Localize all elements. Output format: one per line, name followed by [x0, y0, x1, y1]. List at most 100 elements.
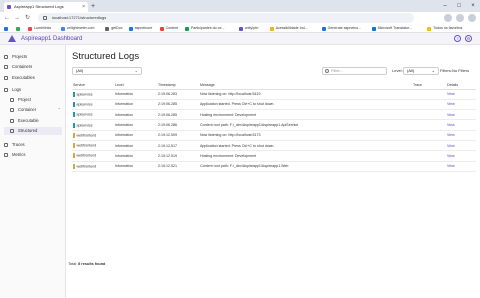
- close-window-icon[interactable]: ×: [466, 0, 480, 12]
- sidebar-item-label: Structured: [18, 127, 38, 133]
- bookmark-item[interactable]: Generate aspnetco...: [321, 24, 361, 33]
- sidebar-item-executables[interactable]: Executables: [4, 74, 35, 82]
- service-color-indicator: [73, 91, 75, 97]
- sidebar-item-projects[interactable]: Projects: [4, 53, 27, 61]
- table-row: apiservice Information 2:19:06.285 Hosting …: [72, 109, 476, 121]
- sidebar-item-containers[interactable]: Containers: [4, 63, 32, 71]
- sidebar-item-metrics[interactable]: Metrics: [4, 151, 26, 159]
- message-cell: Application started. Press Ctrl+C to shu…: [199, 140, 412, 152]
- project-icon: [10, 97, 14, 102]
- trace-cell: [412, 150, 446, 162]
- table-header-row: Service Level Timestamp Message Trace De…: [72, 81, 476, 90]
- details-link[interactable]: View: [446, 89, 476, 100]
- no-filters-button[interactable]: No Filters: [452, 67, 469, 75]
- minimize-icon[interactable]: –: [438, 0, 452, 12]
- trace-cell: [412, 119, 446, 131]
- structured-icon: [10, 128, 14, 133]
- logs-icon: [4, 87, 8, 92]
- details-link[interactable]: View: [446, 119, 476, 131]
- app-title[interactable]: Aspireapp1 Dashboard: [21, 33, 82, 45]
- reload-icon[interactable]: ↻: [25, 13, 30, 23]
- service-name: webfrontend: [76, 143, 97, 148]
- bookmark-item[interactable]: Participantes do ce...: [184, 24, 224, 33]
- site-info-icon[interactable]: [43, 16, 47, 20]
- trace-cell: [412, 109, 446, 121]
- extensions-icon[interactable]: [444, 14, 452, 22]
- chevron-down-icon: ⌄: [431, 68, 435, 73]
- browser-tab-bar: Aspireapp1 Structured Logs × + – □ ×: [0, 0, 480, 12]
- back-icon[interactable]: ←: [4, 13, 10, 23]
- help-icon[interactable]: ?: [454, 35, 461, 42]
- column-header-service[interactable]: Service: [72, 81, 114, 90]
- timestamp-cell: 2:19:06.286: [157, 119, 199, 131]
- new-tab-icon[interactable]: +: [91, 2, 95, 11]
- bookmark-item[interactable]: ur/lightmeter.com: [60, 24, 94, 33]
- service-name: apiservice: [76, 112, 93, 117]
- timestamp-cell: 2:19:06.283: [157, 89, 199, 100]
- details-link[interactable]: View: [446, 109, 476, 121]
- sidebar-item-executable[interactable]: Executable: [10, 117, 39, 125]
- service-name: webfrontend: [76, 164, 97, 169]
- sidebar-item-logs[interactable]: Logs: [4, 86, 21, 94]
- details-link[interactable]: View: [446, 130, 476, 141]
- column-header-level[interactable]: Level: [114, 81, 157, 90]
- service-cell: webfrontend: [72, 161, 114, 172]
- service-cell: webfrontend: [72, 150, 114, 162]
- trace-cell: [412, 140, 446, 152]
- bookmark-item[interactable]: Lumtrilinks: [28, 24, 51, 33]
- table-row: apiservice Information 2:19:06.285 Applicat…: [72, 99, 476, 111]
- sidebar-item-label: Container: [18, 107, 37, 113]
- message-cell: Hosting environment: Development: [199, 150, 412, 162]
- filter-input[interactable]: Filter...: [322, 67, 387, 75]
- gear-icon[interactable]: ⚙: [465, 35, 472, 42]
- menu-icon[interactable]: [468, 14, 476, 22]
- collapse-logs-icon[interactable]: ⌃: [58, 107, 61, 112]
- level-label: Level:: [392, 68, 403, 73]
- profile-icon[interactable]: [456, 14, 464, 22]
- sidebar: ⌃ Projects Containers Executables Logs Proje…: [0, 45, 66, 298]
- bookmark-item[interactable]: aspnetcore: [128, 24, 152, 33]
- bookmark-item[interactable]: unity/ptrr: [238, 24, 259, 33]
- sidebar-item-label: Project: [18, 96, 32, 102]
- sidebar-item-container[interactable]: Container: [10, 106, 36, 114]
- column-header-timestamp[interactable]: Timestamp: [157, 81, 199, 90]
- bookmark-item[interactable]: getDoc: [105, 24, 123, 33]
- column-header-details[interactable]: Details: [446, 81, 476, 90]
- bookmark-item[interactable]: Todos os favoritos: [427, 24, 462, 33]
- browser-tab[interactable]: Aspireapp1 Structured Logs ×: [4, 2, 88, 12]
- sidebar-item-label: Logs: [12, 86, 22, 92]
- address-bar[interactable]: localhost:17271/structuredlogs: [38, 13, 414, 23]
- table-row: webfrontend Information 2:19:12.517 Applica…: [72, 140, 476, 152]
- bookmark-item[interactable]: Content: [159, 24, 178, 33]
- service-name: apiservice: [76, 92, 93, 97]
- sidebar-item-project[interactable]: Project: [10, 96, 31, 104]
- service-cell: apiservice: [72, 109, 114, 121]
- details-link[interactable]: View: [446, 150, 476, 162]
- bookmark-item[interactable]: Microsoft Translator...: [371, 24, 412, 33]
- service-color-indicator: [73, 112, 75, 118]
- timestamp-cell: 2:19:12.521: [157, 161, 199, 172]
- timestamp-cell: 2:19:12.517: [157, 140, 199, 152]
- details-link[interactable]: View: [446, 99, 476, 111]
- address-text: localhost:17271/structuredlogs: [52, 15, 107, 20]
- column-header-message[interactable]: Message: [199, 81, 412, 90]
- sidebar-item-traces[interactable]: Traces: [4, 141, 25, 149]
- level-select[interactable]: (All) ⌄: [403, 67, 439, 75]
- browser-tab-title: Aspireapp1 Structured Logs: [14, 4, 64, 9]
- level-cell: Information: [114, 119, 157, 131]
- close-tab-icon[interactable]: ×: [82, 2, 85, 12]
- resource-select[interactable]: (All) ⌄: [72, 67, 142, 75]
- sidebar-item-structured[interactable]: Structured: [4, 126, 62, 135]
- details-link[interactable]: View: [446, 161, 476, 172]
- level-cell: Information: [114, 89, 157, 100]
- table-row: apiservice Information 2:19:06.283 Now list…: [72, 89, 476, 100]
- service-cell: apiservice: [72, 119, 114, 131]
- bookmark-item[interactable]: Acessibilidade Ind...: [269, 24, 308, 33]
- forward-icon[interactable]: →: [14, 13, 20, 23]
- maximize-icon[interactable]: □: [452, 0, 466, 12]
- service-cell: webfrontend: [72, 140, 114, 152]
- logs-table: Service Level Timestamp Message Trace De…: [72, 81, 476, 172]
- column-header-trace[interactable]: Trace: [412, 81, 446, 90]
- service-name: webfrontend: [76, 133, 97, 138]
- details-link[interactable]: View: [446, 140, 476, 152]
